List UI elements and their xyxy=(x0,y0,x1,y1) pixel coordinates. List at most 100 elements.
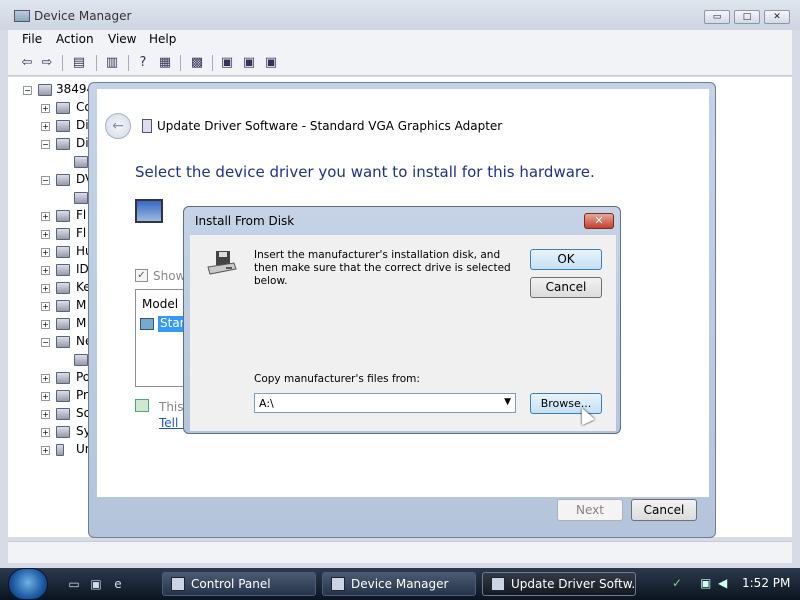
device-icon xyxy=(56,228,70,240)
collapse-icon[interactable]: − xyxy=(41,176,50,185)
expand-icon[interactable]: + xyxy=(41,392,50,401)
device-icon xyxy=(56,210,70,222)
taskbar-device-manager[interactable]: Device Manager xyxy=(322,572,476,596)
expand-icon[interactable]: + xyxy=(41,248,50,257)
tree-item[interactable]: Di xyxy=(76,136,89,152)
uninstall-icon[interactable]: ▣ xyxy=(262,54,280,72)
expand-icon[interactable]: + xyxy=(41,446,50,455)
help-icon[interactable]: ? xyxy=(134,54,152,72)
copy-from-combobox[interactable]: A:\ ▼ xyxy=(254,393,516,413)
tree-item[interactable]: M xyxy=(76,298,86,314)
back-icon[interactable]: ⇦ xyxy=(18,54,36,72)
device-icon xyxy=(74,156,88,168)
title-bar[interactable]: Device Manager ▭ □ ✕ xyxy=(0,0,800,30)
clock[interactable]: 1:52 PM xyxy=(742,576,790,590)
show-desktop-icon[interactable]: ▭ xyxy=(66,577,82,591)
device-icon xyxy=(74,354,88,366)
forward-icon[interactable]: ⇨ xyxy=(38,54,56,72)
tree-item[interactable]: ID xyxy=(76,262,89,278)
expand-icon[interactable]: + xyxy=(41,302,50,311)
maximize-button[interactable]: □ xyxy=(734,10,760,24)
tree-item[interactable]: Fl xyxy=(76,226,86,242)
device-icon xyxy=(56,120,70,132)
expand-icon[interactable]: + xyxy=(41,284,50,293)
properties-icon[interactable]: ▥ xyxy=(103,54,121,72)
device-icon xyxy=(56,138,70,150)
model-column-header[interactable]: Model xyxy=(142,297,178,311)
expand-icon[interactable]: + xyxy=(41,320,50,329)
processor-icon xyxy=(56,390,70,402)
toolbar-separator xyxy=(62,55,63,71)
status-bar xyxy=(8,541,792,563)
computer-icon xyxy=(38,84,52,96)
driver-icon xyxy=(491,577,505,591)
menu-action[interactable]: Action xyxy=(52,32,98,46)
wizard-title: Update Driver Software - Standard VGA Gr… xyxy=(157,119,503,133)
menu-file[interactable]: File xyxy=(18,32,46,46)
back-arrow-icon[interactable]: ← xyxy=(105,113,131,139)
driver-icon xyxy=(142,119,152,133)
dropdown-arrow-icon[interactable]: ▼ xyxy=(504,397,511,407)
internet-explorer-icon[interactable]: e xyxy=(110,577,126,591)
start-button[interactable] xyxy=(8,568,48,600)
volume-icon[interactable]: ◀ xyxy=(718,576,727,590)
device-icon xyxy=(74,192,88,204)
window-title: Device Manager xyxy=(34,9,132,23)
sound-icon xyxy=(56,408,70,420)
show-compatible-checkbox[interactable]: ✓ xyxy=(135,269,148,282)
device-icon xyxy=(56,372,70,384)
keyboard-icon xyxy=(56,282,70,294)
dialog-close-button[interactable]: ✕ xyxy=(584,213,614,229)
taskbar-update-driver[interactable]: Update Driver Softw... xyxy=(482,572,636,596)
wizard-cancel-button[interactable]: Cancel xyxy=(631,499,697,521)
tree-item[interactable]: M xyxy=(76,316,86,332)
system-tray: ✓ ▣ ◀ 1:52 PM xyxy=(660,568,800,600)
network-icon xyxy=(56,336,70,348)
view-icon[interactable]: ▤ xyxy=(70,54,88,72)
tree-item[interactable]: Fl xyxy=(76,208,86,224)
dialog-content: Insert the manufacturer's installation d… xyxy=(190,235,616,431)
collapse-icon[interactable]: − xyxy=(41,140,50,149)
toolbar-separator xyxy=(128,55,129,71)
task-label: Device Manager xyxy=(351,577,449,591)
disable-icon[interactable]: ▣ xyxy=(240,54,258,72)
install-instructions: Insert the manufacturer's installation d… xyxy=(254,249,511,287)
collapse-icon[interactable]: − xyxy=(41,338,50,347)
expand-icon[interactable]: + xyxy=(41,122,50,131)
control-panel-icon xyxy=(171,577,185,591)
driver-icon xyxy=(140,318,154,330)
network-icon[interactable]: ▣ xyxy=(700,576,711,590)
expand-icon[interactable]: + xyxy=(41,410,50,419)
expand-icon[interactable]: + xyxy=(41,374,50,383)
expand-icon[interactable]: + xyxy=(41,428,50,437)
device-icon xyxy=(56,102,70,114)
device-icon xyxy=(56,264,70,276)
expand-icon[interactable]: + xyxy=(41,212,50,221)
taskbar: ▭ ▣ e Control Panel Device Manager Updat… xyxy=(0,568,800,600)
cancel-button[interactable]: Cancel xyxy=(530,277,602,298)
device-icon xyxy=(56,300,70,312)
tree-item[interactable]: Di xyxy=(76,118,89,134)
security-icon[interactable]: ✓ xyxy=(672,576,682,590)
copy-from-value: A:\ xyxy=(259,397,274,410)
next-button[interactable]: Next xyxy=(557,499,623,521)
device-manager-icon xyxy=(331,577,345,591)
expand-icon[interactable]: + xyxy=(41,104,50,113)
ok-button[interactable]: OK xyxy=(530,249,602,270)
model-list[interactable]: Model Stanc xyxy=(135,289,189,387)
copy-from-label: Copy manufacturer's files from: xyxy=(254,373,420,385)
tree-item[interactable]: Pr xyxy=(76,388,88,404)
scan-icon[interactable]: ▩ xyxy=(188,54,206,72)
menu-help[interactable]: Help xyxy=(145,32,180,46)
tree-icon[interactable]: ▦ xyxy=(156,54,174,72)
taskbar-control-panel[interactable]: Control Panel xyxy=(162,572,316,596)
expand-icon[interactable]: + xyxy=(41,266,50,275)
collapse-icon[interactable]: − xyxy=(23,86,32,95)
close-button[interactable]: ✕ xyxy=(764,10,790,24)
minimize-button[interactable]: ▭ xyxy=(704,10,730,24)
update-icon[interactable]: ▣ xyxy=(218,54,236,72)
task-label: Control Panel xyxy=(191,577,271,591)
menu-view[interactable]: View xyxy=(104,32,140,46)
expand-icon[interactable]: + xyxy=(41,230,50,239)
switch-windows-icon[interactable]: ▣ xyxy=(88,577,104,591)
